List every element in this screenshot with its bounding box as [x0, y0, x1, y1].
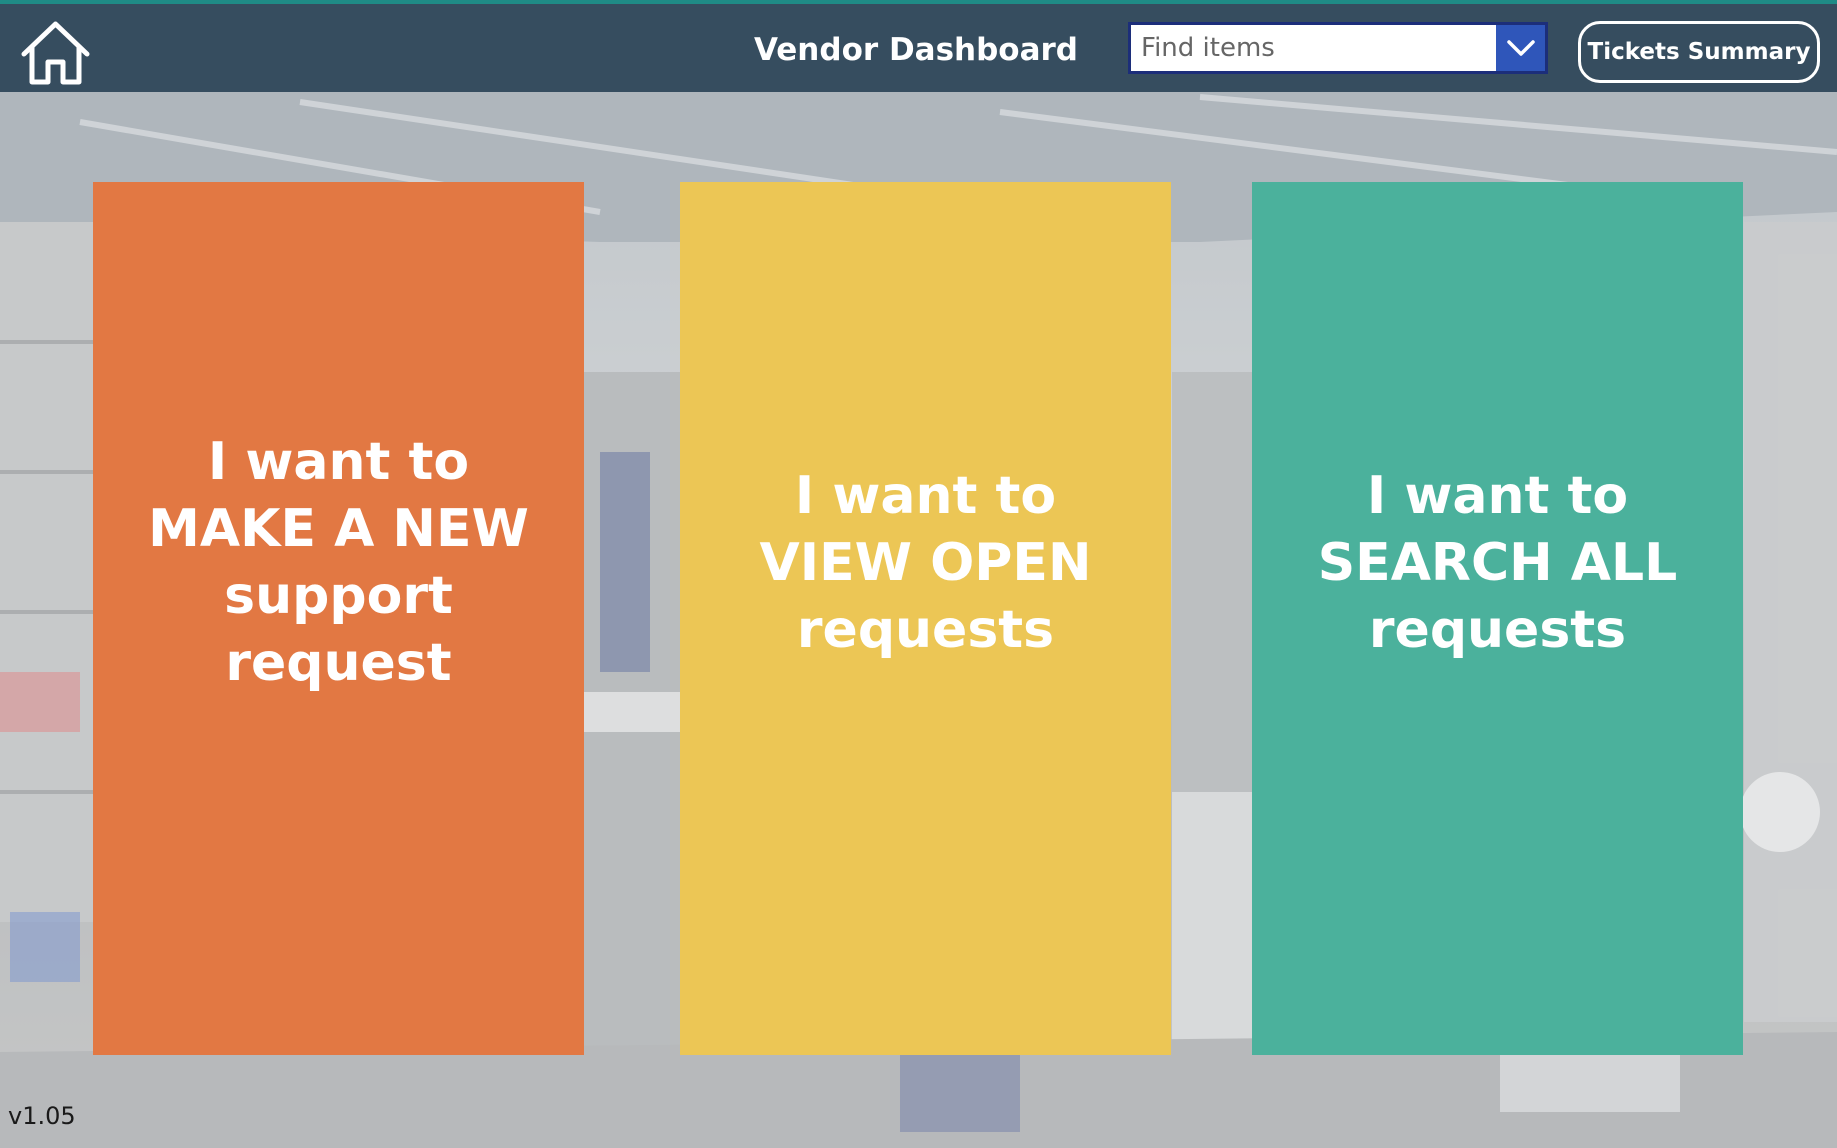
tile-line: requests: [796, 600, 1055, 660]
tile-line: MAKE A NEW: [148, 498, 529, 559]
tile-line: I want to: [794, 466, 1057, 526]
tile-line: SEARCH ALL: [1317, 533, 1678, 593]
tile-line: support: [224, 565, 453, 626]
version-label: v1.05: [8, 1102, 76, 1130]
tile-line: I want to: [1366, 466, 1629, 526]
tile-line: requests: [1368, 600, 1627, 660]
tickets-summary-button[interactable]: Tickets Summary: [1578, 21, 1820, 83]
tile-label: I want to VIEW OPEN requests: [760, 463, 1092, 664]
search-combobox[interactable]: [1128, 22, 1548, 74]
chevron-down-icon: [1506, 40, 1535, 56]
top-bar: Vendor Dashboard Tickets Summary: [0, 0, 1837, 92]
search-input[interactable]: [1131, 25, 1496, 71]
tile-line: I want to: [207, 431, 470, 492]
search-all-requests-tile[interactable]: I want to SEARCH ALL requests: [1252, 182, 1743, 1055]
tile-line: VIEW OPEN: [759, 533, 1092, 593]
page-title: Vendor Dashboard: [753, 32, 1079, 68]
home-icon: [21, 21, 90, 85]
dropdown-button[interactable]: [1496, 25, 1545, 71]
view-open-requests-tile[interactable]: I want to VIEW OPEN requests: [680, 182, 1171, 1055]
tile-line: request: [225, 632, 452, 693]
tile-label: I want to SEARCH ALL requests: [1318, 463, 1678, 664]
home-button[interactable]: [18, 18, 93, 88]
make-new-request-tile[interactable]: I want to MAKE A NEW support request: [93, 182, 584, 1055]
tile-label: I want to MAKE A NEW support request: [148, 429, 529, 697]
